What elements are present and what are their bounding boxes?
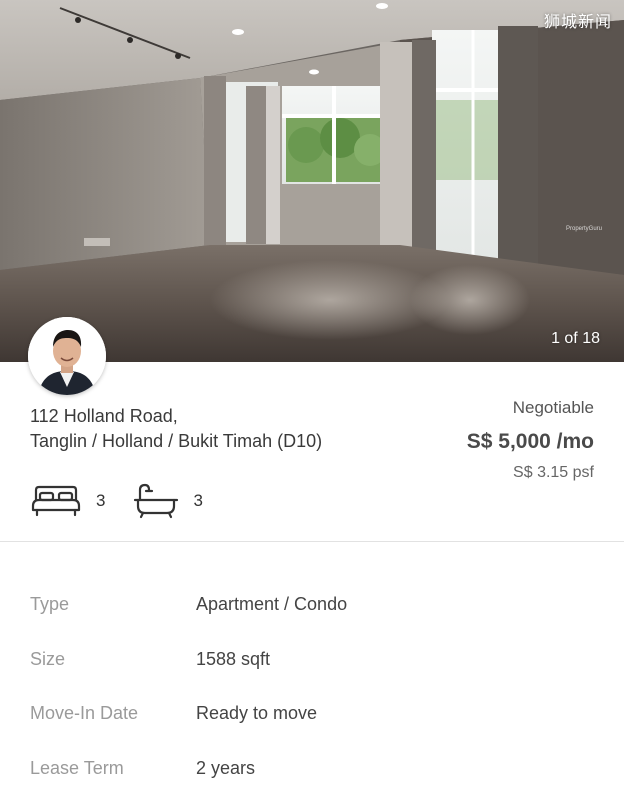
price-per-sqft: S$ 3.15 psf bbox=[467, 463, 594, 483]
detail-row-type: Type Apartment / Condo bbox=[30, 590, 600, 645]
bathtub-icon bbox=[133, 483, 179, 519]
detail-value: 1588 sqft bbox=[196, 645, 270, 700]
bedroom-count: 3 bbox=[96, 491, 105, 511]
bathroom-count: 3 bbox=[193, 491, 202, 511]
monthly-price: S$ 5,000 /mo bbox=[467, 429, 594, 455]
negotiable-label: Negotiable bbox=[467, 397, 594, 419]
agent-avatar[interactable] bbox=[28, 317, 106, 395]
section-divider bbox=[0, 541, 624, 542]
bed-icon bbox=[30, 484, 82, 518]
agent-avatar-icon bbox=[28, 317, 106, 395]
bathroom-feature: 3 bbox=[133, 483, 202, 519]
detail-row-size: Size 1588 sqft bbox=[30, 645, 600, 700]
listing-photo[interactable]: 狮城新闻 PropertyGuru 1 of 18 bbox=[0, 0, 624, 362]
photo-brand-watermark: PropertyGuru bbox=[566, 226, 602, 232]
price-block: Negotiable S$ 5,000 /mo S$ 3.15 psf bbox=[467, 397, 594, 483]
detail-value: Ready to move bbox=[196, 699, 317, 754]
listing-details: Type Apartment / Condo Size 1588 sqft Mo… bbox=[30, 590, 600, 808]
bedroom-feature: 3 bbox=[30, 484, 105, 518]
detail-label: Move-In Date bbox=[30, 699, 196, 754]
photo-counter: 1 of 18 bbox=[551, 330, 600, 348]
address-district: Tanglin / Holland / Bukit Timah (D10) bbox=[30, 429, 322, 454]
listing-address: 112 Holland Road, Tanglin / Holland / Bu… bbox=[30, 404, 322, 454]
room-photo-illustration bbox=[0, 0, 624, 362]
detail-label: Type bbox=[30, 590, 196, 645]
detail-row-move-in-date: Move-In Date Ready to move bbox=[30, 699, 600, 754]
address-street: 112 Holland Road, bbox=[30, 404, 322, 429]
watermark-text: 狮城新闻 bbox=[544, 8, 612, 32]
detail-label: Size bbox=[30, 645, 196, 700]
detail-value: Apartment / Condo bbox=[196, 590, 347, 645]
listing-features: 3 3 bbox=[30, 483, 203, 519]
